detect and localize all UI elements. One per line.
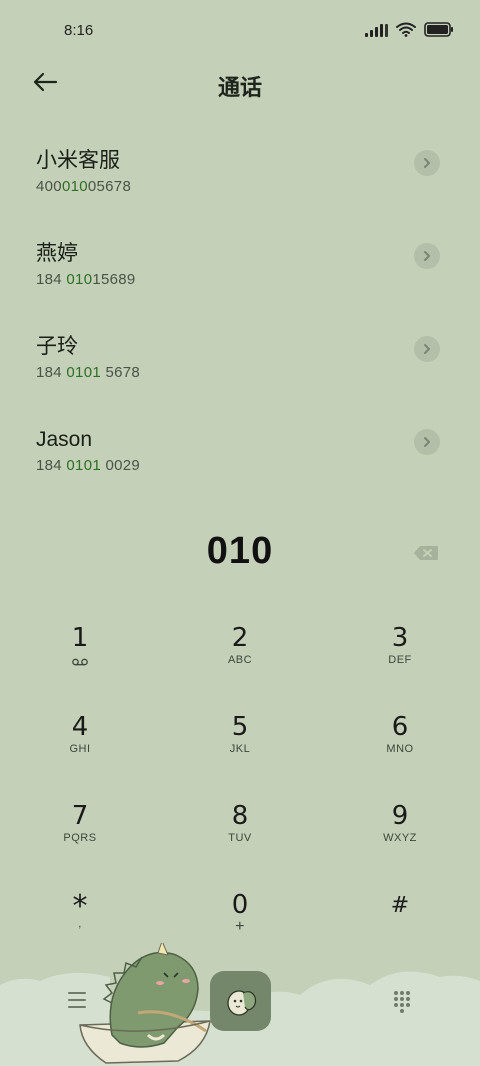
key-letters: WXYZ bbox=[383, 832, 417, 844]
number-part: 400 bbox=[36, 178, 62, 195]
number-match: 0101 bbox=[66, 457, 101, 474]
key-letters: PQRS bbox=[63, 832, 97, 844]
key-3[interactable]: 3 DEF bbox=[320, 625, 480, 714]
status-bar: 8:16 bbox=[0, 0, 480, 62]
contact-item[interactable]: 子玲 184 0101 5678 bbox=[0, 326, 480, 419]
keypad-row: 4 GHI 5 JKL 6 MNO bbox=[0, 714, 480, 803]
key-digit: 1 bbox=[71, 623, 89, 653]
key-digit: 4 bbox=[71, 712, 89, 742]
key-digit: 8 bbox=[231, 801, 249, 831]
contact-item[interactable]: 燕婷 184 01015689 bbox=[0, 233, 480, 326]
keypad-row: 7 PQRS 8 TUV 9 WXYZ bbox=[0, 803, 480, 892]
contact-name: 子玲 bbox=[36, 335, 78, 358]
chevron-right-icon[interactable] bbox=[414, 150, 440, 176]
dial-input: 010 bbox=[206, 530, 274, 572]
status-icons bbox=[365, 22, 454, 37]
call-button[interactable] bbox=[210, 971, 271, 1031]
key-4[interactable]: 4 GHI bbox=[0, 714, 160, 803]
number-match: 010 bbox=[61, 178, 88, 195]
key-6[interactable]: 6 MNO bbox=[320, 714, 480, 803]
signal-icon bbox=[365, 23, 388, 37]
contact-number: 184 0101 5678 bbox=[36, 364, 480, 381]
key-letters: TUV bbox=[228, 832, 252, 844]
key-7[interactable]: 7 PQRS bbox=[0, 803, 160, 892]
number-match: 0101 bbox=[66, 364, 101, 381]
wifi-icon bbox=[396, 22, 416, 37]
dialpad-icon[interactable] bbox=[392, 991, 412, 1013]
key-2[interactable]: 2 ABC bbox=[160, 625, 320, 714]
contact-name: 小米客服 bbox=[36, 149, 120, 172]
backspace-icon[interactable] bbox=[412, 543, 440, 563]
key-letters: DEF bbox=[388, 654, 412, 666]
key-letters: , bbox=[78, 918, 82, 930]
page-title: 通话 bbox=[217, 75, 262, 100]
key-letters: GHI bbox=[69, 743, 91, 755]
contact-item[interactable]: 小米客服 40001005678 bbox=[0, 140, 480, 233]
key-digit: 9 bbox=[391, 801, 409, 831]
bottom-bar bbox=[0, 943, 480, 1066]
number-part: 05678 bbox=[87, 178, 132, 195]
number-part: 184 bbox=[36, 364, 67, 381]
key-8[interactable]: 8 TUV bbox=[160, 803, 320, 892]
key-digit: 5 bbox=[231, 712, 249, 742]
key-letters: + bbox=[235, 918, 245, 935]
key-digit: 7 bbox=[71, 801, 89, 831]
key-digit: 2 bbox=[231, 623, 249, 653]
contact-number: 184 0101 0029 bbox=[36, 457, 480, 474]
key-digit: 3 bbox=[391, 623, 409, 653]
keypad: 1 2 ABC 3 DEF 4 GHI 5 JKL 6 MNO 7 PQRS 8… bbox=[0, 625, 480, 981]
header: 通话 bbox=[0, 62, 480, 104]
key-1[interactable]: 1 bbox=[0, 625, 160, 714]
keypad-row: 1 2 ABC 3 DEF bbox=[0, 625, 480, 714]
key-letters: ABC bbox=[227, 654, 253, 666]
chevron-right-icon[interactable] bbox=[414, 336, 440, 362]
contact-name: Jason bbox=[36, 428, 93, 451]
dinosaur-illustration bbox=[79, 943, 211, 1064]
key-5[interactable]: 5 JKL bbox=[160, 714, 320, 803]
key-9[interactable]: 9 WXYZ bbox=[320, 803, 480, 892]
contact-list: 小米客服 40001005678 燕婷 184 01015689 子玲 184 … bbox=[0, 140, 480, 512]
status-time: 8:16 bbox=[64, 22, 94, 39]
key-digit: # bbox=[390, 893, 410, 918]
number-match: 010 bbox=[66, 271, 93, 288]
number-part: 0029 bbox=[100, 457, 141, 474]
number-part: 184 bbox=[36, 271, 67, 288]
contact-number: 184 01015689 bbox=[36, 271, 480, 288]
number-part: 15689 bbox=[92, 271, 136, 288]
chevron-right-icon[interactable] bbox=[414, 243, 440, 269]
chevron-right-icon[interactable] bbox=[414, 429, 440, 455]
battery-icon bbox=[424, 22, 454, 37]
contact-name: 燕婷 bbox=[36, 242, 78, 265]
key-digit: 0 bbox=[231, 890, 249, 920]
contact-item[interactable]: Jason 184 0101 0029 bbox=[0, 419, 480, 512]
key-digit: 6 bbox=[391, 712, 409, 742]
key-letters: MNO bbox=[386, 743, 414, 755]
contact-number: 40001005678 bbox=[36, 178, 480, 195]
dinosaur-call-icon bbox=[226, 990, 256, 1016]
voicemail-icon bbox=[72, 657, 88, 669]
number-part: 5678 bbox=[100, 364, 141, 381]
key-letters: JKL bbox=[229, 743, 251, 755]
number-part: 184 bbox=[36, 457, 67, 474]
